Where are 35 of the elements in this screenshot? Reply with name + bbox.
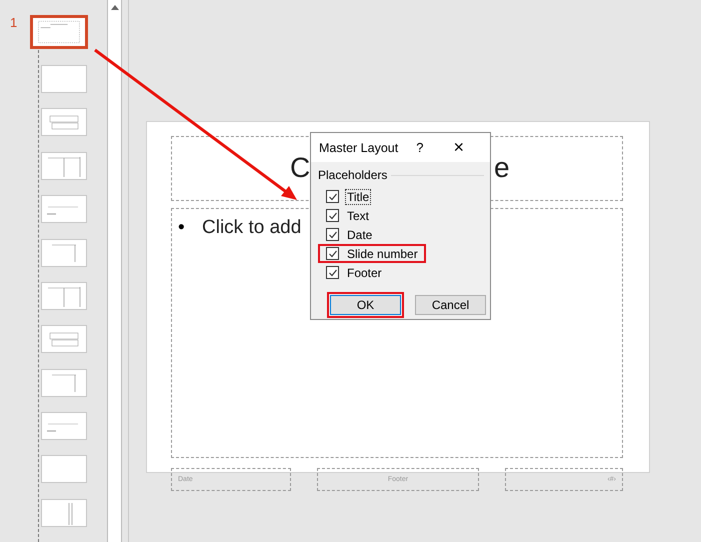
help-button[interactable]: ? xyxy=(412,140,428,155)
slide-thumbnail[interactable] xyxy=(41,65,87,94)
scroll-up-icon[interactable] xyxy=(110,5,118,10)
slide-thumbnail[interactable] xyxy=(41,108,87,136)
close-button[interactable]: × xyxy=(449,137,468,158)
checkbox-label[interactable]: Date xyxy=(345,226,374,242)
slide-thumbnail[interactable] xyxy=(41,238,87,267)
slide-thumbnail[interactable] xyxy=(41,368,87,397)
checkbox-label[interactable]: Slide number xyxy=(345,246,420,262)
checkbox[interactable] xyxy=(326,190,339,203)
group-label: Placeholders xyxy=(318,168,388,182)
bullet: • xyxy=(178,217,185,239)
title-text: e xyxy=(494,152,510,184)
slide-thumbnail[interactable] xyxy=(30,15,88,49)
checkbox[interactable] xyxy=(326,209,339,222)
slide-thumbnail[interactable] xyxy=(41,455,87,484)
slide-thumbnail[interactable] xyxy=(41,195,87,224)
dialog-title: Master Layout xyxy=(319,140,398,154)
slide-thumbnail[interactable] xyxy=(41,325,87,354)
checkbox-label[interactable]: Title xyxy=(345,188,372,204)
checkbox-label[interactable]: Footer xyxy=(345,264,384,280)
body-text: Click to add xyxy=(202,217,302,239)
checkbox[interactable] xyxy=(326,228,339,241)
scrollbar[interactable] xyxy=(107,0,122,542)
slide-thumbnail[interactable] xyxy=(41,412,87,440)
slide-number: 1 xyxy=(10,15,18,30)
dialog-button[interactable]: OK xyxy=(330,295,401,315)
slide-thumbnail[interactable] xyxy=(41,152,87,180)
slide-thumbnail[interactable] xyxy=(41,498,87,527)
dialog-button[interactable]: Cancel xyxy=(415,295,486,315)
checkbox[interactable] xyxy=(326,266,339,279)
checkbox-label[interactable]: Text xyxy=(345,208,372,224)
title-text: C xyxy=(290,152,310,184)
checkbox[interactable] xyxy=(326,247,339,260)
slide-thumbnail[interactable] xyxy=(41,282,87,310)
